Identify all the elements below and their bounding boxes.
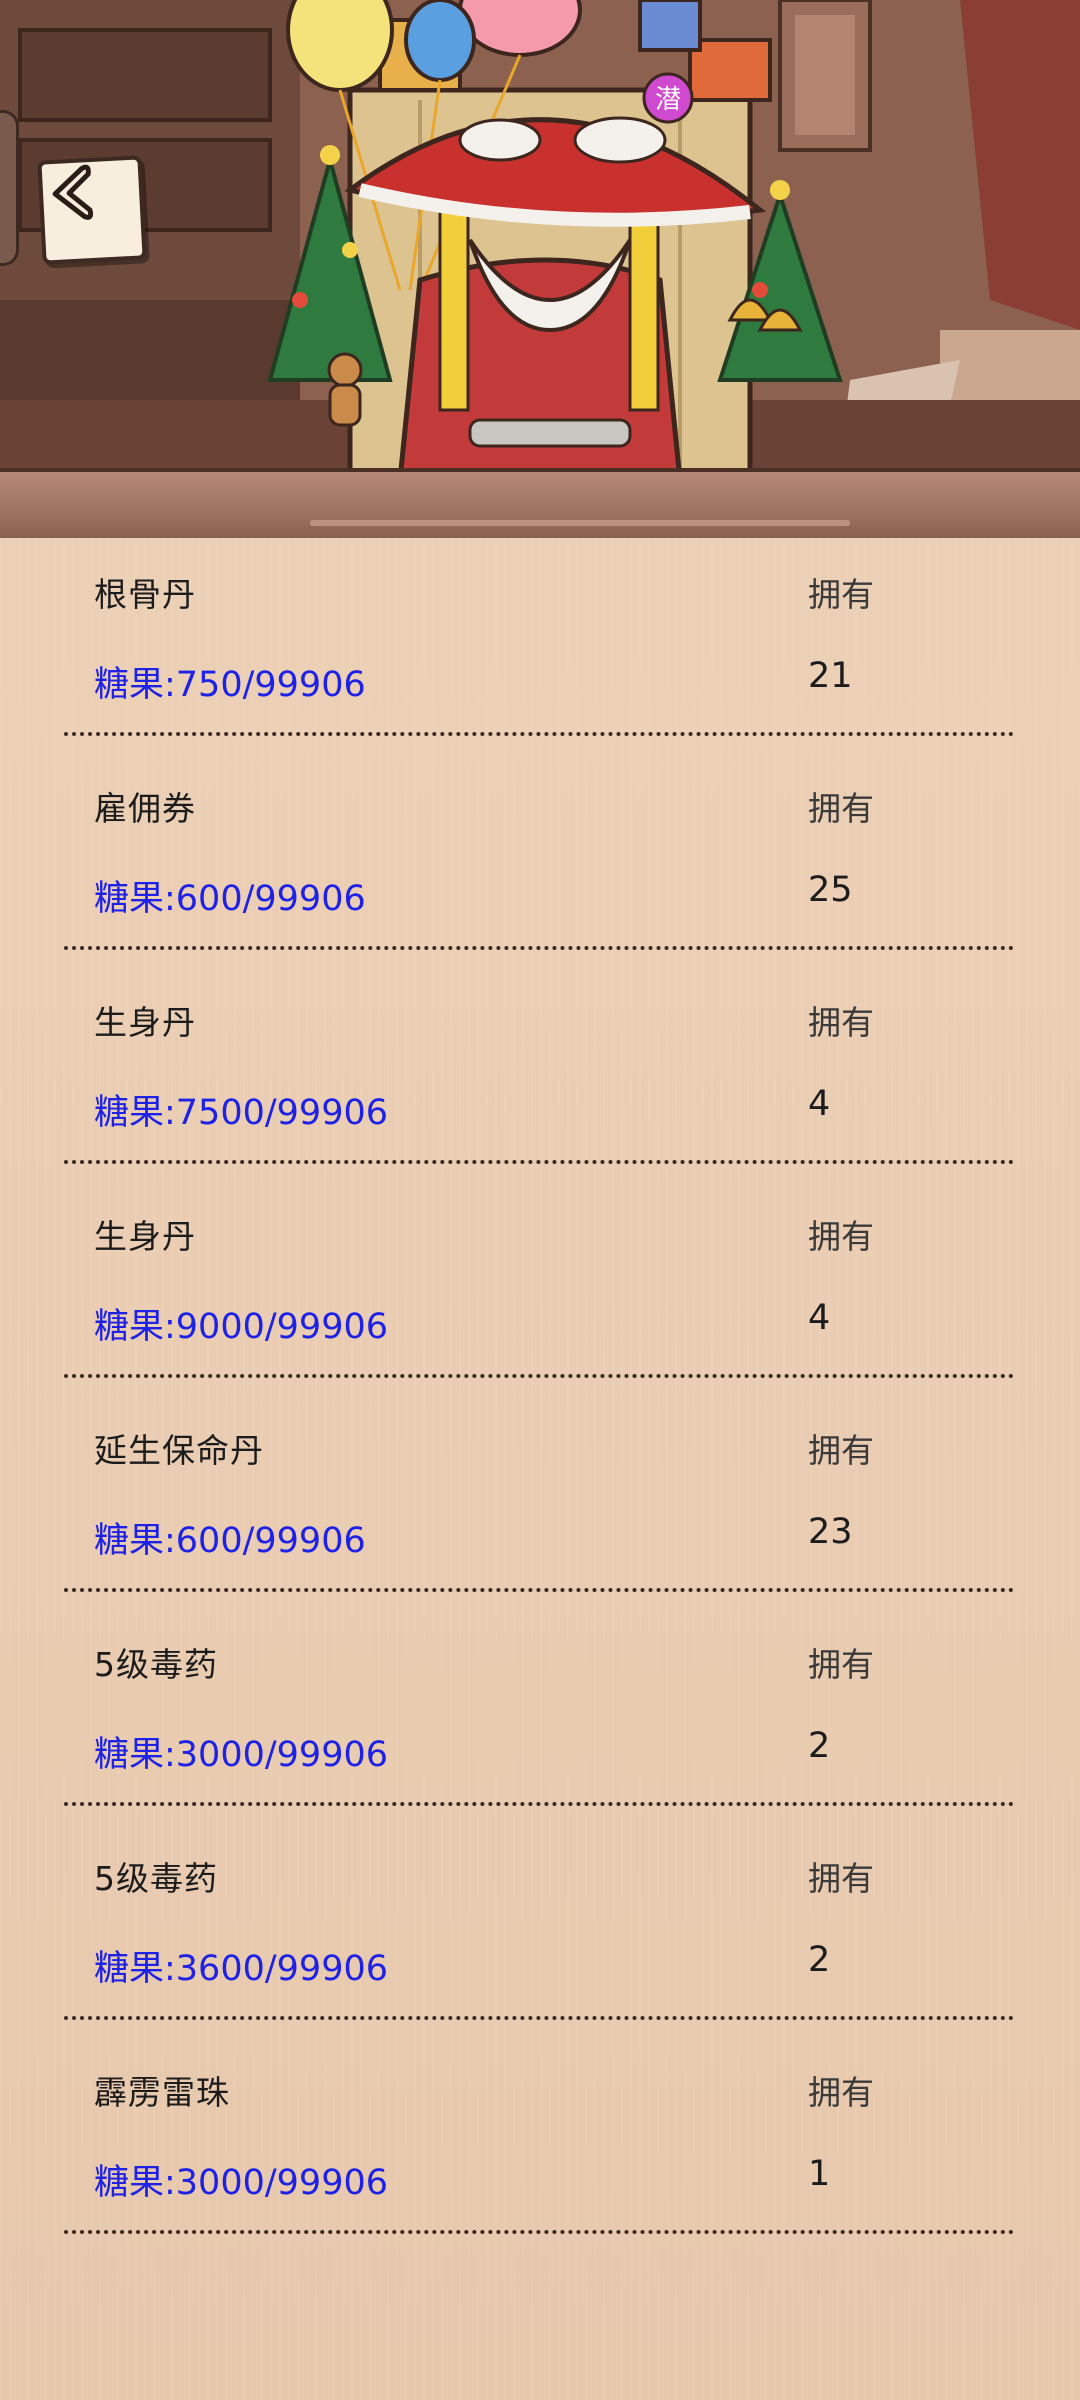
owned-label: 拥有	[808, 789, 874, 828]
owned-count: 2	[808, 1940, 831, 1980]
dotted-divider	[64, 1802, 1014, 1806]
counter-shelf	[0, 468, 1080, 543]
owned-label: 拥有	[808, 1645, 874, 1684]
item-price[interactable]: 糖果:3000/99906	[94, 1726, 388, 1777]
list-item: 生身丹 拥有 糖果:7500/99906 4	[0, 966, 1080, 1180]
header-banner: 潜	[0, 0, 1080, 480]
owned-count: 23	[808, 1512, 853, 1552]
owned-label: 拥有	[808, 1431, 874, 1470]
item-price[interactable]: 糖果:9000/99906	[94, 1298, 388, 1349]
item-price[interactable]: 糖果:600/99906	[94, 1512, 366, 1563]
list-item: 5级毒药 拥有 糖果:3600/99906 2	[0, 1822, 1080, 2036]
balloon-label: 潜	[655, 85, 681, 115]
list-item: 雇佣券 拥有 糖果:600/99906 25	[0, 752, 1080, 966]
owned-count: 2	[808, 1726, 831, 1766]
dotted-divider	[64, 2016, 1014, 2020]
item-name: 5级毒药	[94, 1645, 218, 1684]
list-item: 5级毒药 拥有 糖果:3000/99906 2	[0, 1608, 1080, 1822]
owned-label: 拥有	[808, 1217, 874, 1256]
santa-illustration: 潜	[0, 0, 1080, 480]
owned-label: 拥有	[808, 575, 874, 614]
item-price[interactable]: 糖果:600/99906	[94, 870, 366, 921]
dotted-divider	[64, 732, 1014, 736]
item-price[interactable]: 糖果:3600/99906	[94, 1940, 388, 1991]
item-price[interactable]: 糖果:7500/99906	[94, 1084, 388, 1135]
dotted-divider	[64, 1160, 1014, 1164]
item-price[interactable]: 糖果:3000/99906	[94, 2154, 388, 2205]
list-item: 延生保命丹 拥有 糖果:600/99906 23	[0, 1394, 1080, 1608]
owned-count: 25	[808, 870, 853, 910]
owned-count: 4	[808, 1084, 831, 1124]
item-name: 延生保命丹	[94, 1431, 264, 1470]
owned-count: 21	[808, 656, 853, 696]
owned-label: 拥有	[808, 1859, 874, 1898]
owned-count: 4	[808, 1298, 831, 1338]
owned-label: 拥有	[808, 2073, 874, 2112]
list-item: 生身丹 拥有 糖果:9000/99906 4	[0, 1180, 1080, 1394]
item-name: 生身丹	[94, 1217, 196, 1256]
chevron-left-icon	[52, 164, 94, 220]
exchange-list: 根骨丹 拥有 糖果:750/99906 21 雇佣券 拥有 糖果:600/999…	[0, 538, 1080, 2400]
item-name: 根骨丹	[94, 575, 196, 614]
side-tab	[0, 110, 19, 266]
back-button[interactable]	[37, 155, 147, 265]
dotted-divider	[64, 1588, 1014, 1592]
dotted-divider	[64, 1374, 1014, 1378]
dotted-divider	[64, 946, 1014, 950]
list-item: 霹雳雷珠 拥有 糖果:3000/99906 1	[0, 2036, 1080, 2250]
item-name: 5级毒药	[94, 1859, 218, 1898]
list-item: 根骨丹 拥有 糖果:750/99906 21	[0, 538, 1080, 752]
owned-count: 1	[808, 2154, 831, 2194]
owned-label: 拥有	[808, 1003, 874, 1042]
item-name: 霹雳雷珠	[94, 2073, 230, 2112]
item-name: 雇佣券	[94, 789, 196, 828]
dotted-divider	[64, 2230, 1014, 2234]
item-price[interactable]: 糖果:750/99906	[94, 656, 366, 707]
item-name: 生身丹	[94, 1003, 196, 1042]
